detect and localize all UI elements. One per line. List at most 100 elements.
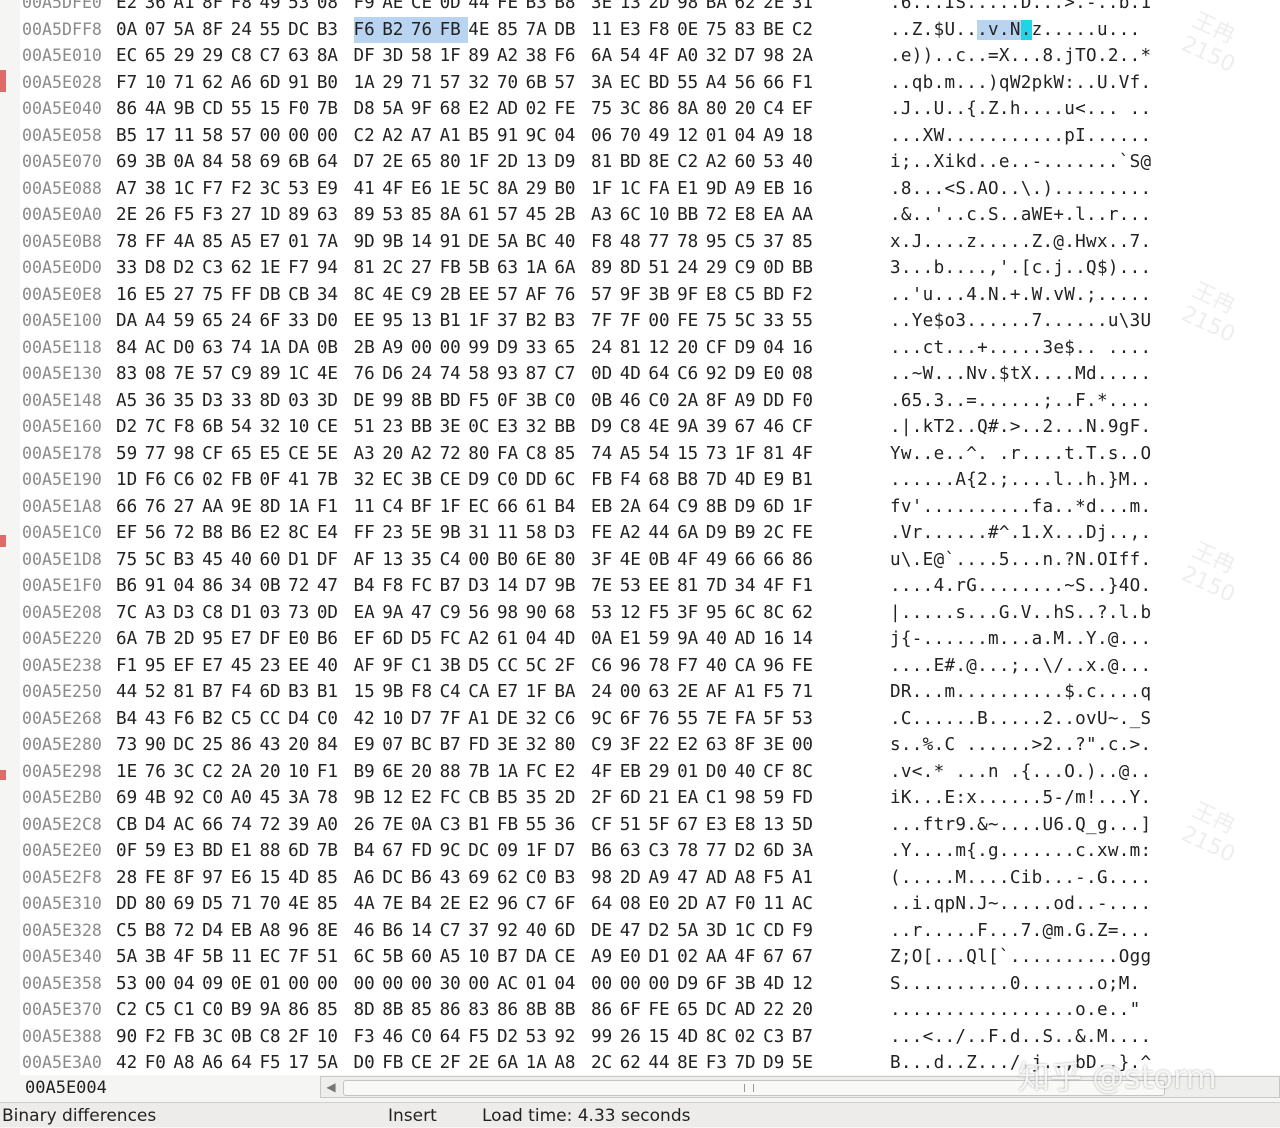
hex-byte[interactable]: 00 bbox=[411, 971, 440, 998]
hex-byte[interactable]: 85 bbox=[202, 229, 231, 256]
hex-byte[interactable]: 7D bbox=[734, 1050, 763, 1075]
hex-byte[interactable]: 81 bbox=[763, 441, 792, 468]
hex-byte[interactable]: DB bbox=[259, 282, 288, 309]
hex-byte[interactable]: 59 bbox=[173, 308, 202, 335]
hex-byte[interactable]: F6 bbox=[145, 467, 174, 494]
hex-byte[interactable]: 04 bbox=[734, 123, 763, 150]
ascii-text[interactable]: ..Ye$o3......7......u\3U bbox=[890, 308, 1151, 335]
hex-byte[interactable]: 64 bbox=[231, 1050, 260, 1075]
hex-byte[interactable]: F9 bbox=[354, 0, 383, 17]
hex-byte[interactable]: 0E bbox=[677, 17, 706, 44]
hex-byte[interactable]: 38 bbox=[145, 176, 174, 203]
hex-byte[interactable]: CB bbox=[116, 812, 145, 839]
hex-byte[interactable]: 74 bbox=[440, 361, 469, 388]
hex-bytes[interactable]: 7C A3 D3 C8 D1 03 73 0D EA 9A 47 C9 56 98 90 68 53 12 F5 3F… bbox=[116, 600, 821, 627]
hex-byte[interactable]: 30 bbox=[440, 971, 469, 998]
hex-byte[interactable]: F2 bbox=[792, 282, 821, 309]
hex-byte[interactable]: 3E bbox=[497, 732, 526, 759]
hex-byte[interactable]: A1 bbox=[468, 706, 497, 733]
hex-byte[interactable]: 54 bbox=[620, 43, 649, 70]
hex-byte[interactable]: 9F bbox=[620, 282, 649, 309]
hex-byte[interactable]: 11 bbox=[231, 944, 260, 971]
hex-byte[interactable]: 95 bbox=[706, 600, 735, 627]
hex-byte[interactable]: 57 bbox=[497, 202, 526, 229]
hex-byte[interactable]: 45 bbox=[231, 653, 260, 680]
hex-byte[interactable]: D0 bbox=[317, 308, 346, 335]
hex-byte[interactable]: A8 bbox=[554, 1050, 583, 1075]
hex-byte[interactable]: 8F bbox=[202, 0, 231, 17]
hex-byte[interactable]: 8C bbox=[706, 1024, 735, 1051]
hex-byte[interactable]: 65 bbox=[677, 997, 706, 1024]
hex-byte[interactable]: 83 bbox=[468, 997, 497, 1024]
hex-byte[interactable]: D2 bbox=[173, 255, 202, 282]
hex-byte[interactable]: 36 bbox=[145, 0, 174, 17]
hex-byte[interactable]: AC bbox=[145, 335, 174, 362]
hex-byte[interactable]: B7 bbox=[440, 573, 469, 600]
hex-bytes[interactable]: EC 65 29 29 C8 C7 63 8A DF 3D 58 1F 89 A2 38 F6 6A 54 4F A0… bbox=[116, 43, 821, 70]
hex-byte[interactable]: 2D bbox=[554, 785, 583, 812]
hex-byte[interactable]: D9 bbox=[706, 520, 735, 547]
hex-byte[interactable]: 4D bbox=[763, 971, 792, 998]
hex-byte[interactable]: A7 bbox=[411, 123, 440, 150]
hex-byte[interactable]: 8B bbox=[411, 388, 440, 415]
hex-bytes[interactable]: B5 17 11 58 57 00 00 00 C2 A2 A7 A1 B5 91 9C 04 06 70 49 12… bbox=[116, 123, 821, 150]
hex-byte[interactable]: 98 bbox=[734, 785, 763, 812]
hex-byte[interactable]: 4F bbox=[734, 944, 763, 971]
hex-byte[interactable]: 13 bbox=[382, 547, 411, 574]
hex-byte[interactable]: E7 bbox=[259, 229, 288, 256]
hex-byte[interactable]: B1 bbox=[792, 467, 821, 494]
hex-byte[interactable]: 33 bbox=[526, 335, 555, 362]
hex-byte[interactable]: 2F bbox=[554, 653, 583, 680]
hex-byte[interactable]: 76 bbox=[145, 494, 174, 521]
ascii-text[interactable]: .Vr......#^.1.X...Dj..,. bbox=[890, 520, 1151, 547]
hex-byte[interactable]: 70 bbox=[620, 123, 649, 150]
hex-byte[interactable]: 0F bbox=[259, 467, 288, 494]
hex-byte[interactable]: 63 bbox=[288, 43, 317, 70]
hex-byte[interactable]: 89 bbox=[468, 43, 497, 70]
hex-byte[interactable]: 32 bbox=[259, 414, 288, 441]
hex-byte[interactable]: 08 bbox=[620, 891, 649, 918]
hex-byte[interactable]: FC bbox=[440, 785, 469, 812]
hex-byte[interactable]: 36 bbox=[145, 388, 174, 415]
hex-byte[interactable]: AD bbox=[497, 96, 526, 123]
hex-byte[interactable]: 51 bbox=[354, 414, 383, 441]
hex-byte[interactable]: A9 bbox=[382, 335, 411, 362]
hex-byte[interactable]: 00 bbox=[317, 123, 346, 150]
hex-byte[interactable]: 64 bbox=[440, 1024, 469, 1051]
hex-bytes[interactable]: D2 7C F8 6B 54 32 10 CE 51 23 BB 3E 0C E3 32 BB D9 C8 4E 9A… bbox=[116, 414, 821, 441]
hex-byte[interactable]: C0 bbox=[411, 1024, 440, 1051]
hex-byte[interactable]: 29 bbox=[202, 43, 231, 70]
hex-byte[interactable]: 2E bbox=[677, 679, 706, 706]
hex-byte[interactable]: 31 bbox=[792, 0, 821, 17]
hex-byte[interactable]: 38 bbox=[526, 43, 555, 70]
hex-byte[interactable]: F8 bbox=[648, 17, 677, 44]
hex-byte[interactable]: AD bbox=[734, 997, 763, 1024]
hex-byte[interactable]: C1 bbox=[173, 997, 202, 1024]
hex-byte[interactable]: DE bbox=[354, 388, 383, 415]
hex-byte[interactable]: 6D bbox=[288, 838, 317, 865]
hex-byte[interactable]: EA bbox=[354, 600, 383, 627]
hex-row[interactable]: 00A5E388 90 F2 FB 3C 0B C8 2F 10 F3 46 C0 64 F5 D2 53 92… bbox=[20, 1024, 1280, 1051]
hex-byte[interactable]: 4D bbox=[620, 361, 649, 388]
hex-byte[interactable]: 0C bbox=[468, 414, 497, 441]
hex-byte[interactable]: 00 bbox=[468, 547, 497, 574]
hex-byte[interactable]: A7 bbox=[706, 891, 735, 918]
hex-byte[interactable]: 73 bbox=[706, 441, 735, 468]
hex-byte[interactable]: 7E bbox=[706, 706, 735, 733]
hex-byte[interactable]: C0 bbox=[202, 997, 231, 1024]
hex-row[interactable]: 00A5E298 1E 76 3C C2 2A 20 10 F1 B9 6E 20 88 7B 1A FC E2… bbox=[20, 759, 1280, 786]
hex-byte[interactable]: 00 bbox=[591, 971, 620, 998]
hex-byte[interactable]: CB bbox=[468, 785, 497, 812]
hex-byte[interactable]: D5 bbox=[411, 626, 440, 653]
hex-byte[interactable]: 08 bbox=[792, 361, 821, 388]
hex-byte[interactable]: FA bbox=[648, 176, 677, 203]
hex-byte[interactable]: F1 bbox=[792, 70, 821, 97]
hex-byte[interactable]: DC bbox=[173, 732, 202, 759]
hex-byte[interactable]: 99 bbox=[468, 335, 497, 362]
hex-byte[interactable]: B1 bbox=[440, 308, 469, 335]
hex-byte[interactable]: 59 bbox=[145, 838, 174, 865]
hex-byte[interactable]: CF bbox=[591, 812, 620, 839]
hex-byte[interactable]: E9 bbox=[317, 176, 346, 203]
hex-byte[interactable]: 28 bbox=[116, 865, 145, 892]
ascii-text[interactable]: .Y....m{.g.......c.xw.m: bbox=[890, 838, 1151, 865]
